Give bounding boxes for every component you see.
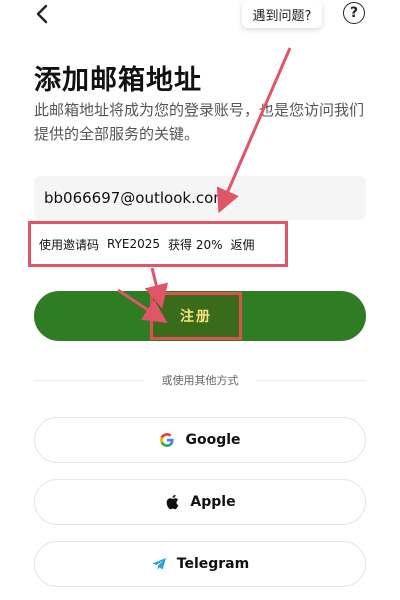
page-title: 添加邮箱地址	[34, 65, 202, 96]
email-field[interactable]: bb066697@outlook.com	[34, 176, 366, 220]
apple-label: Apple	[190, 494, 236, 510]
apple-icon	[164, 494, 180, 510]
telegram-login-button[interactable]: Telegram	[34, 541, 366, 587]
invite-middle: 获得 20%	[168, 237, 223, 252]
back-button[interactable]	[28, 0, 56, 28]
page-subtitle: 此邮箱地址将成为您的登录账号，也是您访问我们提供的全部服务的关键。	[34, 101, 365, 143]
apple-login-button[interactable]: Apple	[34, 479, 366, 525]
email-value: bb066697@outlook.com	[44, 189, 228, 207]
invite-code-banner: 使用邀请码 RYE2025 获得 20% 返佣	[28, 221, 288, 267]
telegram-label: Telegram	[176, 556, 250, 572]
invite-suffix: 返佣	[230, 237, 255, 252]
divider-line-right	[256, 380, 366, 381]
google-icon	[159, 432, 175, 448]
help-bubble[interactable]: 遇到问题?	[242, 0, 322, 28]
register-button-label[interactable]: 注册	[150, 292, 242, 340]
invite-code: RYE2025	[107, 237, 161, 251]
help-icon[interactable]: ?	[343, 2, 365, 24]
google-label: Google	[185, 432, 241, 448]
chevron-left-icon	[36, 4, 48, 24]
google-login-button[interactable]: Google	[34, 417, 366, 463]
telegram-icon	[151, 556, 167, 572]
invite-prefix: 使用邀请码	[39, 237, 100, 252]
